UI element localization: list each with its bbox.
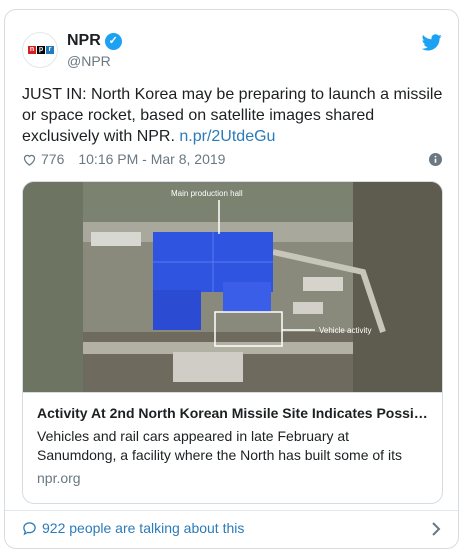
account-name[interactable]: NPR [67, 32, 101, 50]
speech-bubble-icon [23, 521, 36, 535]
logo-letter-p: p [37, 46, 45, 54]
card-body[interactable]: Activity At 2nd North Korean Missile Sit… [23, 392, 442, 498]
link-card[interactable]: Main production hall Vehicle activity Ac… [22, 181, 443, 504]
twitter-bird-icon[interactable] [422, 32, 442, 52]
logo-letter-r: r [46, 46, 54, 54]
heart-icon[interactable] [22, 152, 37, 167]
avatar[interactable]: n p r [22, 32, 58, 68]
card-title[interactable]: Activity At 2nd North Korean Missile Sit… [37, 405, 430, 421]
timestamp[interactable]: 10:16 PM - Mar 8, 2019 [78, 151, 225, 167]
image-label-main-production-hall: Main production hall [171, 189, 243, 198]
like-count[interactable]: 776 [41, 151, 64, 167]
account-name-row[interactable]: NPR ✓ [67, 32, 122, 50]
tweet-text: JUST IN: North Korea may be preparing to… [22, 84, 447, 147]
tweet-meta: 776 10:16 PM - Mar 8, 2019 [22, 151, 442, 167]
account-handle[interactable]: @NPR [67, 53, 111, 69]
talking-count-label[interactable]: 922 people are talking about this [42, 520, 244, 536]
info-icon[interactable] [429, 153, 442, 166]
embedded-tweet: n p r NPR ✓ @NPR JUST IN: North Korea ma… [4, 9, 459, 549]
card-domain: npr.org [37, 470, 81, 486]
tweet-link[interactable]: n.pr/2UtdeGu [179, 128, 275, 145]
image-label-vehicle-activity: Vehicle activity [319, 326, 371, 335]
satellite-image: Main production hall Vehicle activity [23, 182, 442, 392]
logo-letter-n: n [28, 46, 36, 54]
conversation-link[interactable]: 922 people are talking about this [22, 520, 442, 536]
verified-badge-icon: ✓ [104, 32, 122, 50]
npr-logo: n p r [28, 46, 54, 54]
chevron-right-icon[interactable] [430, 521, 442, 537]
footer-divider [5, 510, 458, 511]
card-description: Vehicles and rail cars appeared in late … [37, 428, 402, 463]
